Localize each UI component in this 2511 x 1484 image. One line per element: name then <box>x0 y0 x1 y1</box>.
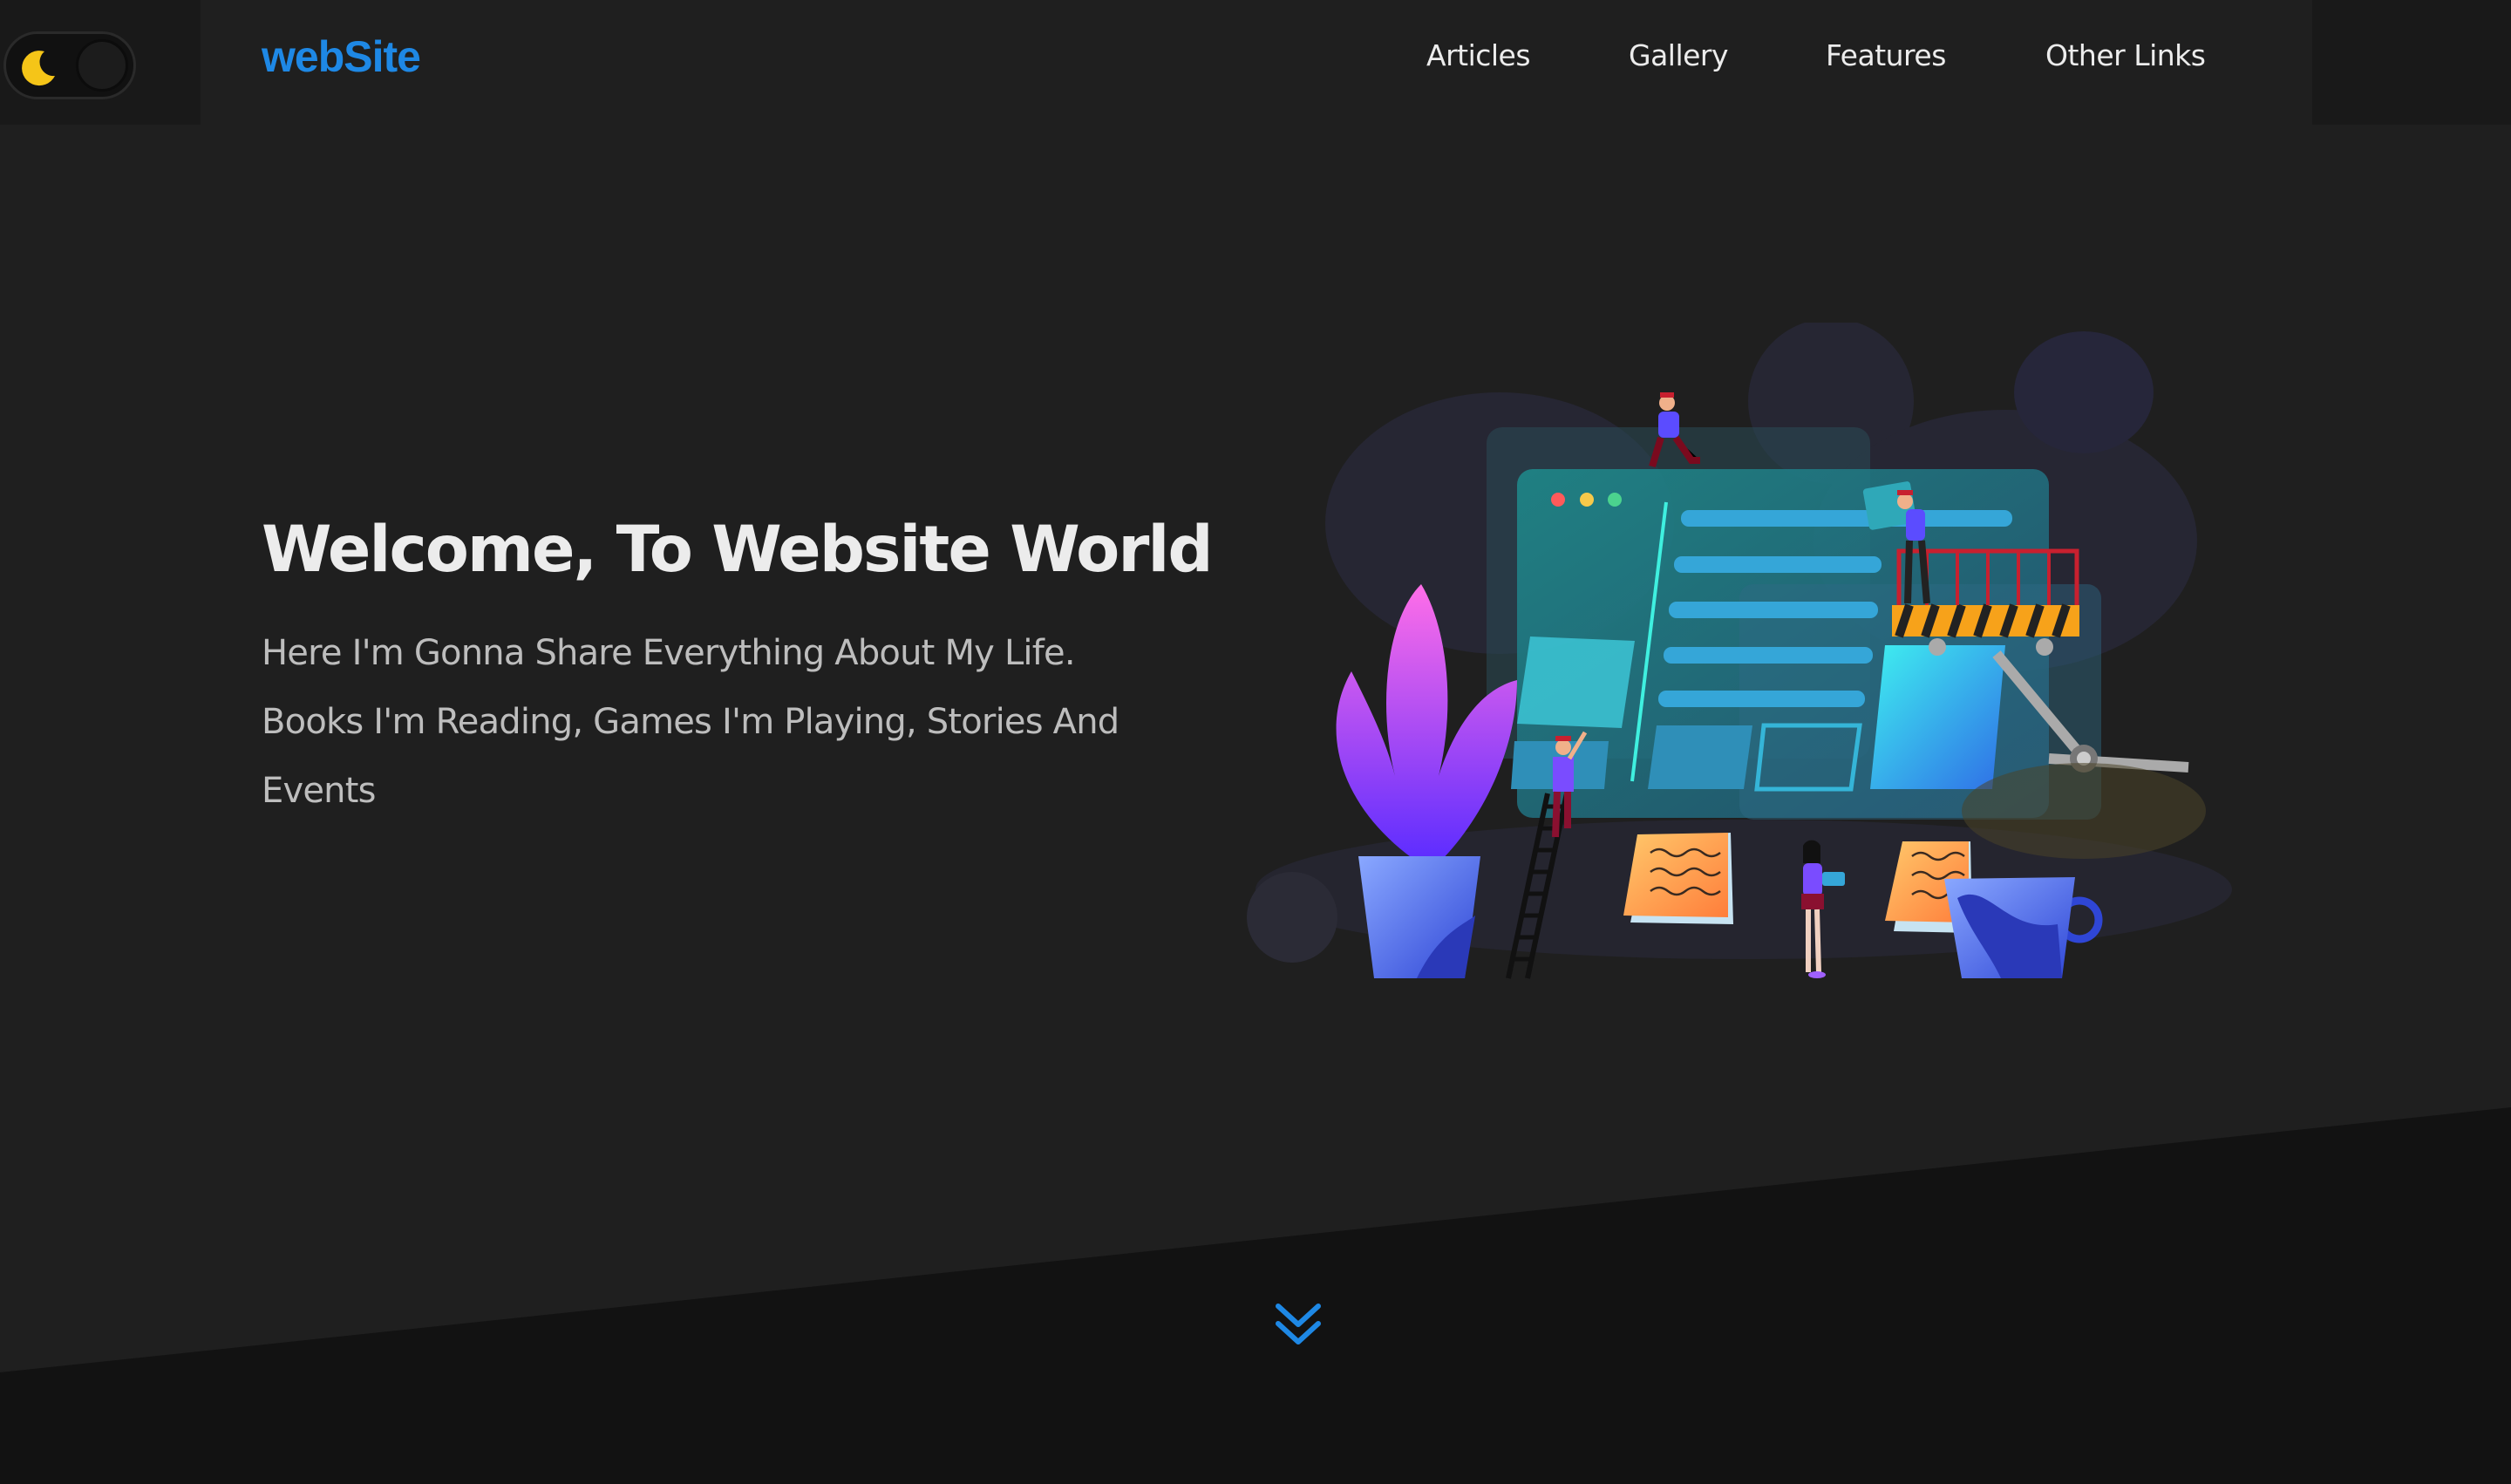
nav-link-articles[interactable]: Articles <box>1426 38 1531 72</box>
site-logo[interactable]: webSite <box>262 31 421 82</box>
navbar: webSite Articles Gallery Features Other … <box>201 0 2312 125</box>
page: webSite Articles Gallery Features Other … <box>0 0 2511 1484</box>
nav-link-features[interactable]: Features <box>1826 38 1946 72</box>
chevrons-down-icon[interactable] <box>1271 1297 1325 1351</box>
nav-link-other-links[interactable]: Other Links <box>2045 38 2206 72</box>
header-side-right <box>2312 0 2511 125</box>
toggle-knob[interactable] <box>76 39 128 92</box>
nav-link-gallery[interactable]: Gallery <box>1629 38 1729 72</box>
hero-title: Welcome, To Website World <box>262 513 1214 587</box>
theme-toggle[interactable] <box>3 31 136 99</box>
website-construction-illustration <box>1247 323 2232 979</box>
hero-description: Here I'm Gonna Share Everything About My… <box>262 633 1119 811</box>
moon-icon <box>22 51 55 86</box>
